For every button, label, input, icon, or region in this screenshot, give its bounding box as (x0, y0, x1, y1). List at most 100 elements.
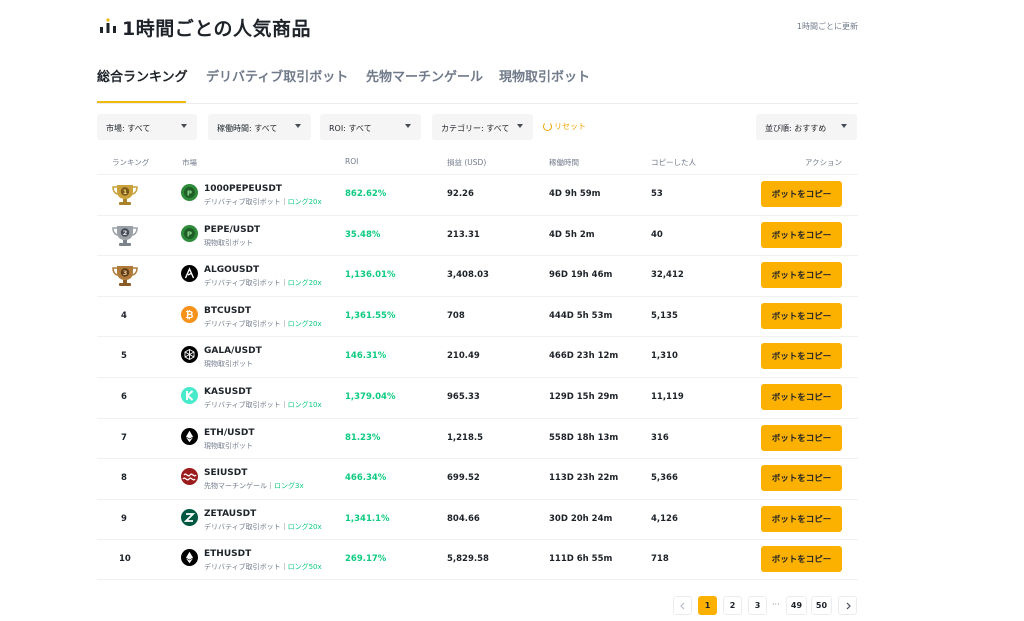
caret-down-icon (181, 124, 187, 128)
copies-value: 40 (651, 229, 663, 240)
copy-bot-button[interactable]: ボットをコピー (761, 424, 842, 451)
leverage-label: ロング20x (287, 522, 322, 531)
next-page-button[interactable] (838, 596, 857, 615)
profit-value: 5,829.58 (447, 554, 489, 565)
bot-type-label: デリバティブ取引ボット (204, 563, 281, 572)
leverage-label: ロング20x (287, 319, 322, 328)
divider (283, 198, 285, 205)
page-title: 1時間ごとの人気商品 (122, 18, 312, 40)
copies-value: 1,310 (651, 351, 678, 362)
svg-text:P: P (187, 189, 192, 197)
runtime-filter[interactable]: 稼働時間: すべて (208, 114, 311, 140)
profit-value: 708 (447, 310, 465, 321)
col-roi: ROI (345, 157, 359, 166)
rank-number: 3 (123, 269, 128, 277)
pair-name[interactable]: KASUSDT (204, 387, 252, 397)
algo-icon (181, 265, 198, 283)
rank-number: 2 (123, 229, 128, 237)
roi-value: 1,136.01% (345, 270, 396, 281)
bot-type: 現物取引ボット (204, 441, 253, 451)
page-3-button[interactable]: 3 (748, 596, 767, 615)
svg-text:P: P (187, 230, 192, 238)
tab-derivatives-bot[interactable]: デリバティブ取引ボット (206, 66, 348, 85)
table-row: 6 KASUSDT デリバティブ取引ボット ロング10x 1,379.04% 96… (97, 376, 858, 418)
copies-value: 5,135 (651, 310, 678, 321)
col-action: アクション (804, 158, 842, 167)
divider (270, 482, 271, 490)
page-1-button[interactable]: 1 (698, 596, 717, 615)
copy-bot-button[interactable]: ボットをコピー (761, 181, 842, 207)
roi-value: 35.48% (345, 229, 381, 240)
bot-type-label: デリバティブ取引ボット (204, 400, 281, 409)
refresh-icon (543, 122, 552, 131)
copy-bot-button[interactable]: ボットをコピー (761, 383, 842, 410)
runtime-value: 4D 9h 59m (549, 189, 601, 199)
copy-bot-button[interactable]: ボットをコピー (761, 302, 842, 329)
tab-spot-bot[interactable]: 現物取引ボット (499, 66, 590, 85)
profit-value: 92.26 (447, 189, 474, 199)
zeta-icon (181, 508, 198, 526)
runtime-value: 111D 6h 55m (549, 554, 613, 565)
rank-number: 5 (121, 351, 127, 362)
pair-name[interactable]: ZETAUSDT (204, 509, 256, 519)
bar-chart-icon (100, 18, 116, 33)
copy-bot-button[interactable]: ボットをコピー (761, 343, 842, 370)
roi-value: 81.23% (345, 432, 381, 443)
copies-value: 32,412 (651, 270, 684, 281)
copy-bot-button[interactable]: ボットをコピー (761, 546, 842, 573)
bot-type-label: デリバティブ取引ボット (204, 522, 281, 531)
table-bottom-border (97, 579, 858, 580)
market-filter[interactable]: 市場: すべて (97, 114, 197, 140)
bot-type: デリバティブ取引ボット ロング20x (204, 319, 322, 329)
bot-type-label: デリバティブ取引ボット (204, 279, 281, 288)
roi-value: 1,341.1% (345, 513, 390, 524)
pair-name[interactable]: ALGOUSDT (204, 265, 259, 275)
page-49-button[interactable]: 49 (786, 596, 807, 615)
pair-name[interactable]: 1000PEPEUSDT (204, 184, 282, 194)
divider (283, 400, 285, 408)
roi-value: 269.17% (345, 554, 387, 565)
copy-bot-button[interactable]: ボットをコピー (761, 221, 842, 248)
runtime-value: 444D 5h 53m (549, 310, 613, 321)
update-note: 1時間ごとに更新 (796, 22, 858, 31)
category-filter[interactable]: カテゴリー: すべて (432, 114, 533, 140)
page-2-button[interactable]: 2 (723, 596, 742, 615)
table-row: 8 SEIUSDT 先物マーチンゲール ロング3x 466.34% 699.52 … (97, 458, 858, 499)
table-header: ランキング 市場 ROI 損益 (USD) 稼働時間 コピーした人 アクション (97, 152, 858, 172)
pair-name[interactable]: BTCUSDT (204, 306, 251, 316)
pair-name[interactable]: SEIUSDT (204, 468, 247, 478)
tab-futures-martingale[interactable]: 先物マーチンゲール (366, 66, 483, 85)
bitcoin-icon: ₿ (181, 305, 198, 323)
gold-trophy-icon: 1 (112, 185, 138, 205)
tab-overall-ranking[interactable]: 総合ランキング (97, 66, 188, 85)
col-market: 市場 (182, 158, 197, 167)
runtime-value: 129D 15h 29m (549, 391, 619, 402)
roi-filter[interactable]: ROI: すべて (320, 114, 421, 140)
copy-bot-button[interactable]: ボットをコピー (761, 465, 842, 492)
sort-filter[interactable]: 並び順: おすすめ (756, 114, 857, 140)
table-row: 5 GALA/USDT 現物取引ボット 146.31% 210.49 466D … (97, 336, 858, 377)
gala-icon (181, 346, 198, 364)
pair-name[interactable]: ETHUSDT (204, 549, 251, 559)
copy-bot-button[interactable]: ボットをコピー (761, 262, 842, 289)
reset-button[interactable]: リセット (543, 121, 586, 132)
pair-name[interactable]: PEPE/USDT (204, 225, 260, 235)
pair-name[interactable]: GALA/USDT (204, 346, 262, 356)
runtime-value: 466D 23h 12m (549, 351, 619, 362)
table-row: 10 ETHUSDT デリバティブ取引ボット ロング50x 269.17% 5,8… (97, 539, 858, 580)
bot-type-label: 現物取引ボット (204, 360, 253, 369)
caret-down-icon (405, 124, 411, 128)
col-profit: 損益 (USD) (447, 158, 487, 167)
copies-value: 316 (651, 432, 669, 443)
runtime-value: 558D 18h 13m (549, 432, 619, 443)
col-rank: ランキング (112, 158, 150, 167)
page-50-button[interactable]: 50 (811, 596, 832, 615)
table-row: 4 ₿ BTCUSDT デリバティブ取引ボット ロング20x 1,361.55% … (97, 295, 858, 337)
rank-number: 4 (121, 310, 127, 321)
copy-bot-button[interactable]: ボットをコピー (761, 505, 842, 532)
divider (283, 563, 285, 571)
pair-name[interactable]: ETH/USDT (204, 428, 255, 438)
divider (283, 279, 285, 287)
prev-page-button[interactable] (673, 596, 692, 615)
bot-type-label: デリバティブ取引ボット (204, 319, 281, 328)
